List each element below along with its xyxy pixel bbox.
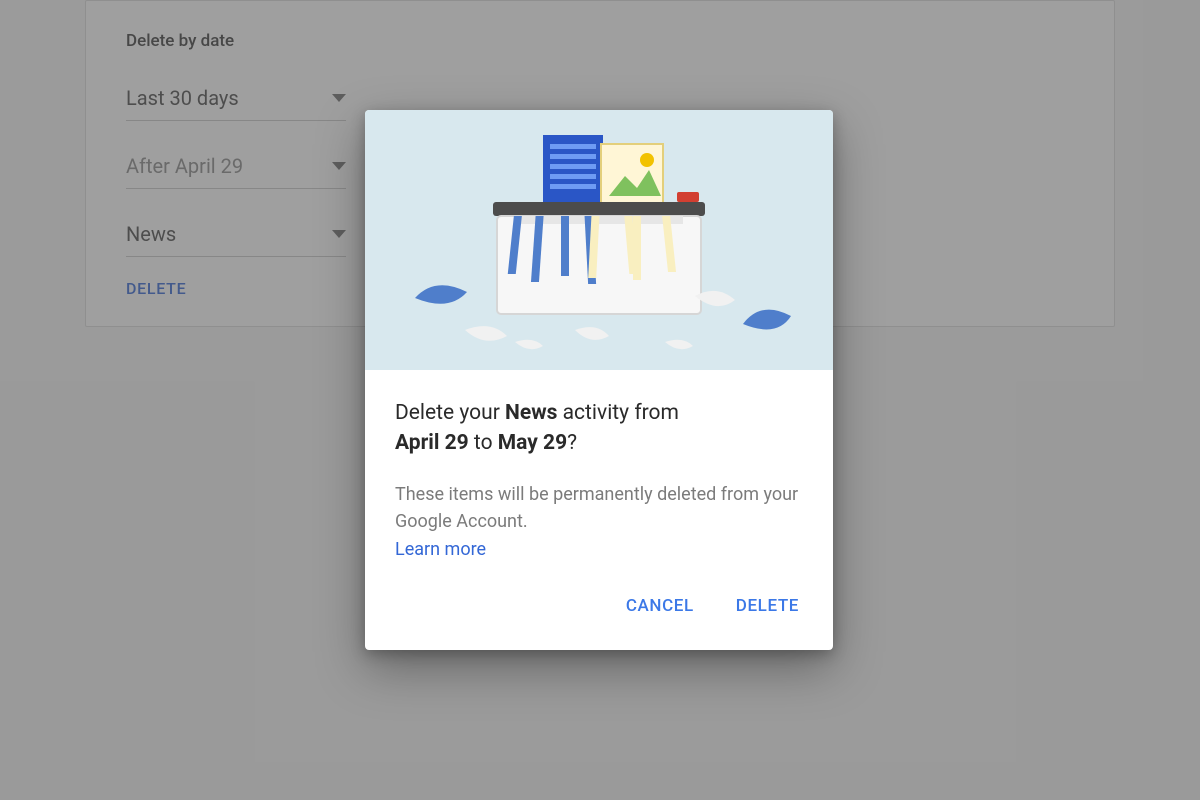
- dialog-actions: CANCEL DELETE: [365, 574, 833, 650]
- headline-text: to: [469, 431, 498, 455]
- headline-to-date: May 29: [498, 431, 567, 455]
- headline-product: News: [505, 401, 557, 425]
- dialog-headline: Delete your News activity from April 29 …: [395, 398, 803, 459]
- learn-more-link[interactable]: Learn more: [395, 539, 486, 560]
- confirm-delete-button[interactable]: DELETE: [730, 588, 805, 624]
- headline-text: activity from: [557, 401, 679, 425]
- headline-from-date: April 29: [395, 431, 469, 455]
- confirm-delete-dialog: Delete your News activity from April 29 …: [365, 110, 833, 650]
- shredder-icon: [365, 110, 833, 370]
- dialog-body: Delete your News activity from April 29 …: [365, 370, 833, 574]
- cancel-button[interactable]: CANCEL: [620, 588, 700, 624]
- headline-text: Delete your: [395, 401, 505, 425]
- shredder-illustration: [365, 110, 833, 370]
- dialog-description: These items will be permanently deleted …: [395, 481, 803, 535]
- headline-text: ?: [567, 431, 577, 455]
